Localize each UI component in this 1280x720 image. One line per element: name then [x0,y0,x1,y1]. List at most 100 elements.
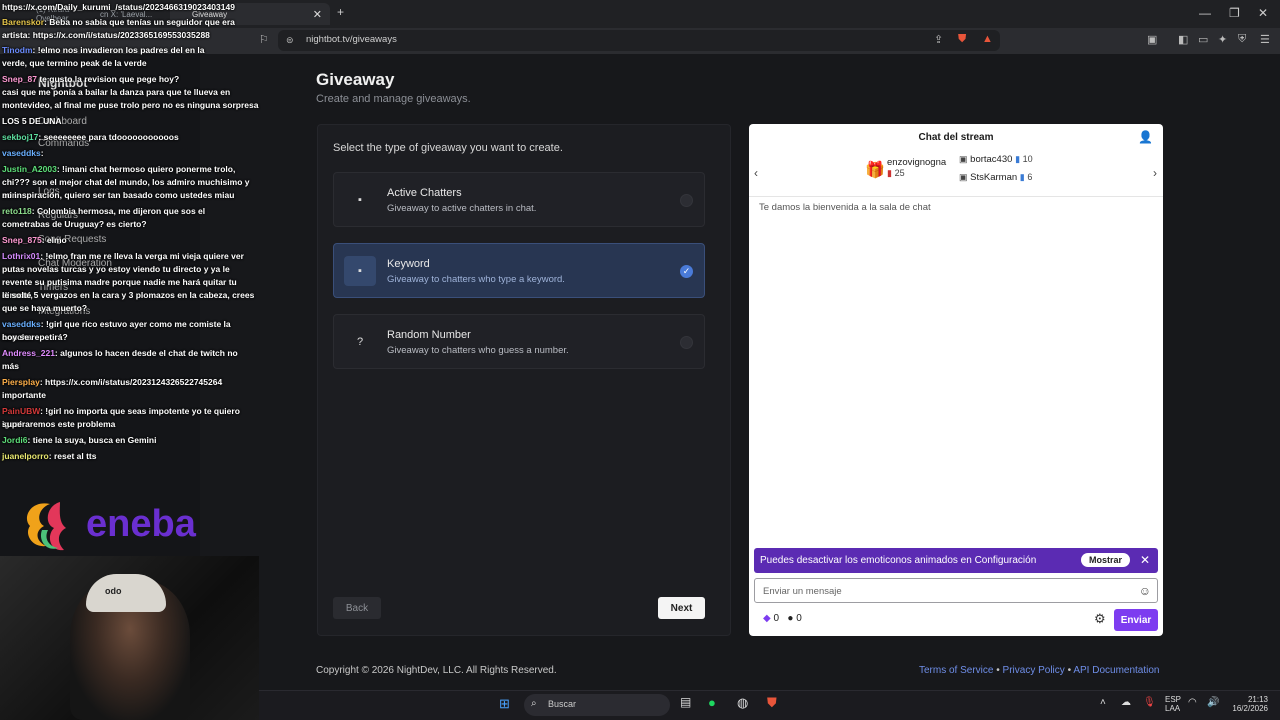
send-button[interactable]: Enviar [1114,609,1158,631]
option-radio[interactable] [680,194,693,207]
api-docs-link[interactable]: API Documentation [1073,665,1159,676]
bits-icon: ▮ [1019,172,1025,182]
option-active-chatters[interactable]: ▪ Active Chatters Giveaway to active cha… [333,172,705,227]
language-indicator[interactable]: ESP LAA [1165,695,1181,713]
badge-icon: ▣ [959,154,968,164]
bookmark-icon[interactable]: ⚐ [259,33,269,46]
leader-name: StsKarman [970,172,1018,183]
keyword-icon: ▪ [344,256,376,286]
gift-icon: 🎁 [865,162,885,179]
ai-icon[interactable]: ✦ [1218,33,1227,46]
privacy-link[interactable]: Privacy Policy [1003,665,1065,676]
app-icon[interactable]: ◍ [737,695,748,711]
chat-title: Chat del stream [918,132,994,143]
eneba-logo: eneba [26,502,197,551]
windows-start-icon[interactable]: ⊞ [499,696,510,712]
mic-icon[interactable]: 🎙 [1143,697,1156,708]
minimize-icon[interactable]: — [1199,6,1211,20]
question-bubble-icon: ? [356,336,364,348]
overlay-line: juanelporro: reset al tts [2,451,97,461]
overlay-line: casi que me ponía a bailar la danza para… [2,87,231,97]
chat-message-input[interactable]: Enviar un mensaje ☺ [754,578,1158,603]
overlay-line: LOS 5 DE UNA [2,116,62,126]
back-button[interactable]: Back [333,597,381,619]
link-separator: • [1067,665,1072,676]
overlay-line: le solté 5 vergazos en la cara y 3 ploma… [2,290,255,300]
wifi-icon[interactable]: ◠ [1188,697,1197,708]
option-keyword[interactable]: ▪ Keyword Giveaway to chatters who type … [333,243,705,298]
overlay-line: hoy se repetirá? [2,332,68,342]
clock[interactable]: 21:13 16/2/2026 [1228,695,1268,713]
overlay-line: putas novelas turcas y yo estoy viendo t… [2,264,230,274]
leader-count: 25 [894,168,905,178]
overlay-line: que se haya muerto? [2,303,88,313]
footer-links: Terms of Service • Privacy Policy • API … [919,665,1160,676]
overlay-line: Piersplay: https://x.com/i/status/202312… [2,377,223,387]
input-placeholder: Enviar un mensaje [763,586,842,597]
url-text: nightbot.tv/giveaways [306,34,397,45]
animated-emotes-notice: Puedes desactivar los emoticonos animado… [754,548,1158,573]
network-icon[interactable]: ☁ [1121,697,1131,708]
overlay-line: mi inspiración, quiero ser tan basado co… [2,190,235,200]
emoji-icon[interactable]: ☺ [1139,584,1151,598]
reader-icon[interactable]: ▣ [1147,33,1157,46]
prediction-icon[interactable]: ● [787,613,793,624]
overlay-line: Andress_221: algunos lo hacen desde el c… [2,348,238,358]
next-button[interactable]: Next [658,597,705,619]
overlay-line: artista: https://x.com/i/status/20233651… [2,30,210,40]
volume-icon[interactable]: 🔊 [1207,697,1219,708]
new-tab-icon[interactable]: + [337,5,344,19]
leader-3: ▣ StsKarman ▮ 6 [959,172,1032,183]
wallet-icon[interactable]: ▭ [1198,33,1208,46]
option-radio[interactable] [680,336,693,349]
overlay-line: Tinodm: !elmo nos invadieron los padres … [2,45,205,55]
badge-icon: ▣ [959,172,968,182]
clock-time: 21:13 [1247,695,1268,704]
leader-count: 6 [1027,172,1033,182]
spotify-icon[interactable]: ● [708,695,716,710]
page-title: Giveaway [316,70,395,89]
bits-icon: ▮ [1015,154,1021,164]
stream-chat-overlay: https://x.com/Daily_kurumi_/status/20234… [0,0,260,470]
vpn-icon[interactable]: ⛨ [1238,33,1246,46]
leader-2: ▣ bortac430 ▮ 10 [959,154,1033,165]
clock-date: 16/2/2026 [1232,704,1268,713]
brave-shield-icon[interactable]: ⛊ [958,33,966,46]
sidebar-toggle-icon[interactable]: ◧ [1178,33,1188,46]
link-separator: • [996,665,1000,676]
overlay-line: reto118: Colombia hermosa, me dijeron qu… [2,206,206,216]
share-icon[interactable]: ⇪ [934,33,943,46]
stream-chat-panel: Chat del stream 👤 ‹ › 🎁 enzovignogna ▮ 2… [749,124,1163,636]
giveaway-type-prompt: Select the type of giveaway you want to … [333,142,563,154]
overlay-line: más [2,361,20,371]
close-tab-icon[interactable]: ✕ [313,8,322,21]
terms-link[interactable]: Terms of Service [919,665,993,676]
checkmark-icon[interactable]: ✓ [680,265,693,278]
chevron-right-icon[interactable]: › [1153,166,1157,180]
leader-count: 10 [1022,154,1033,164]
option-description: Giveaway to chatters who type a keyword. [387,274,565,285]
gear-icon[interactable]: ⚙ [1094,611,1106,627]
points-icon[interactable]: ◆ [763,613,771,624]
chevron-left-icon[interactable]: ‹ [754,166,758,180]
overlay-line: Barenskor: Beba no sabia que tenías un s… [2,17,235,27]
overlay-line: https://x.com/Daily_kurumi_/status/20234… [2,2,235,12]
overlay-line: cometrabas de Uruguay? es cierto? [2,219,147,229]
rewards-icon[interactable]: ▲ [982,33,993,45]
overlay-line: importante [2,390,46,400]
show-button[interactable]: Mostrar [1080,553,1130,567]
close-icon[interactable]: ✕ [1140,553,1150,567]
maximize-icon[interactable]: ❐ [1229,6,1240,20]
chat-bubble-icon: ▪ [358,194,362,206]
file-explorer-icon[interactable]: ▤ [680,695,691,709]
lang-code: ESP [1165,695,1182,704]
site-info-icon[interactable]: ⊜ [286,35,294,46]
brave-icon[interactable]: ⛊ [767,695,777,711]
menu-icon[interactable]: ☰ [1260,33,1270,46]
tray-chevron-icon[interactable]: ˄ [1100,697,1106,708]
users-icon[interactable]: 👤 [1138,130,1153,144]
option-random-number[interactable]: ? Random Number Giveaway to chatters who… [333,314,705,369]
taskbar-search[interactable] [524,694,670,716]
window-close-icon[interactable]: ✕ [1258,6,1268,20]
lang-layout: LAA [1165,704,1181,713]
